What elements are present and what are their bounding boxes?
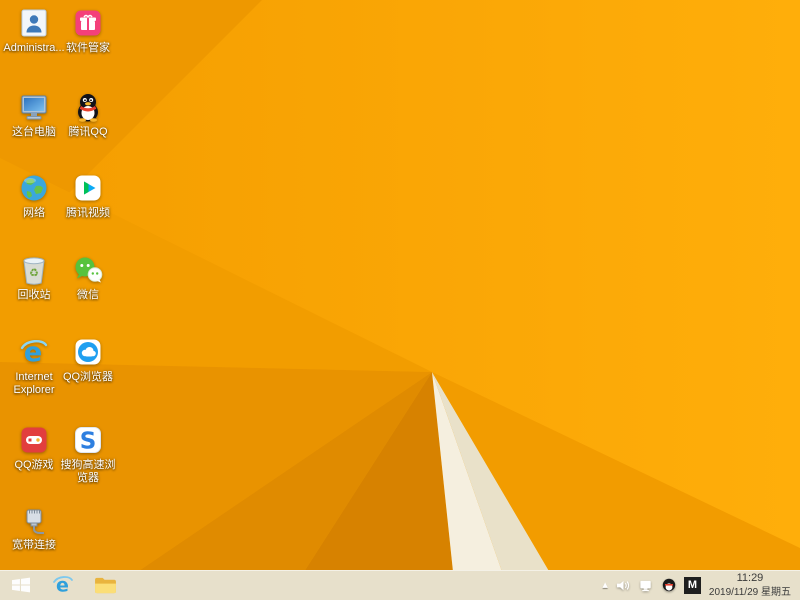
internet-explorer-icon: e bbox=[51, 573, 75, 597]
desktop-icon-broadband[interactable]: 宽带连接 bbox=[2, 503, 66, 552]
desktop-icon-label: 软件管家 bbox=[66, 42, 110, 55]
desktop-icon-label: 回收站 bbox=[18, 289, 51, 302]
svg-text:S: S bbox=[80, 428, 97, 454]
taskbar-internet-explorer[interactable]: e bbox=[42, 570, 84, 600]
wechat-icon bbox=[72, 253, 105, 286]
desktop-icon-qq-browser[interactable]: QQ浏览器 bbox=[56, 335, 120, 384]
start-button[interactable] bbox=[0, 570, 42, 600]
clock-time: 11:29 bbox=[709, 571, 791, 585]
desktop-icon-label: 腾讯QQ bbox=[68, 126, 107, 139]
taskbar-file-explorer[interactable] bbox=[84, 570, 126, 600]
this-pc-icon bbox=[18, 90, 51, 123]
user-folder-icon bbox=[18, 6, 51, 39]
sogou-browser-icon: S bbox=[72, 423, 105, 456]
qq-browser-icon bbox=[72, 335, 105, 368]
desktop-icon-label: QQ游戏 bbox=[14, 459, 53, 472]
desktop-icon-label: 搜狗高速浏览器 bbox=[56, 459, 120, 485]
qq-penguin-icon bbox=[72, 90, 105, 123]
taskbar-clock[interactable]: 11:29 2019/11/29 星期五 bbox=[709, 571, 793, 598]
recycle-bin-icon: ♻ bbox=[18, 253, 51, 286]
desktop-icon-label: 微信 bbox=[77, 289, 99, 302]
qq-tray-icon[interactable] bbox=[662, 578, 676, 592]
desktop-icon-label: QQ浏览器 bbox=[63, 371, 113, 384]
software-manager-icon bbox=[72, 6, 105, 39]
desktop-icon-software-manager[interactable]: 软件管家 bbox=[56, 6, 120, 55]
desktop-icon-label: 这台电脑 bbox=[12, 126, 56, 139]
desktop-icon-label: 宽带连接 bbox=[12, 539, 56, 552]
taskbar: e ▴ bbox=[0, 570, 800, 600]
ime-indicator[interactable]: M bbox=[684, 577, 701, 594]
network-icon[interactable] bbox=[639, 578, 654, 593]
network-globe-icon bbox=[18, 171, 51, 204]
broadband-icon bbox=[18, 503, 51, 536]
desktop-icon-label: 网络 bbox=[23, 207, 45, 220]
hidden-icons-arrow[interactable]: ▴ bbox=[602, 580, 608, 591]
volume-icon[interactable] bbox=[616, 578, 631, 593]
desktop-icon-tencent-video[interactable]: 腾讯视频 bbox=[56, 171, 120, 220]
svg-text:♻: ♻ bbox=[29, 267, 39, 279]
qq-games-icon bbox=[18, 423, 51, 456]
internet-explorer-icon: e bbox=[18, 335, 51, 368]
windows-logo-icon bbox=[11, 576, 31, 594]
desktop-icon-label: 腾讯视频 bbox=[66, 207, 110, 220]
desktop-wallpaper[interactable] bbox=[0, 0, 800, 600]
system-tray: ▴ M 11:29 2019/11/29 星期五 bbox=[595, 570, 800, 600]
desktop-icon-tencent-qq[interactable]: 腾讯QQ bbox=[56, 90, 120, 139]
clock-date: 2019/11/29 星期五 bbox=[709, 586, 791, 599]
tencent-video-icon bbox=[72, 171, 105, 204]
folder-icon bbox=[94, 576, 117, 595]
desktop-icon-wechat[interactable]: 微信 bbox=[56, 253, 120, 302]
desktop-icon-sogou-browser[interactable]: S 搜狗高速浏览器 bbox=[56, 423, 120, 485]
